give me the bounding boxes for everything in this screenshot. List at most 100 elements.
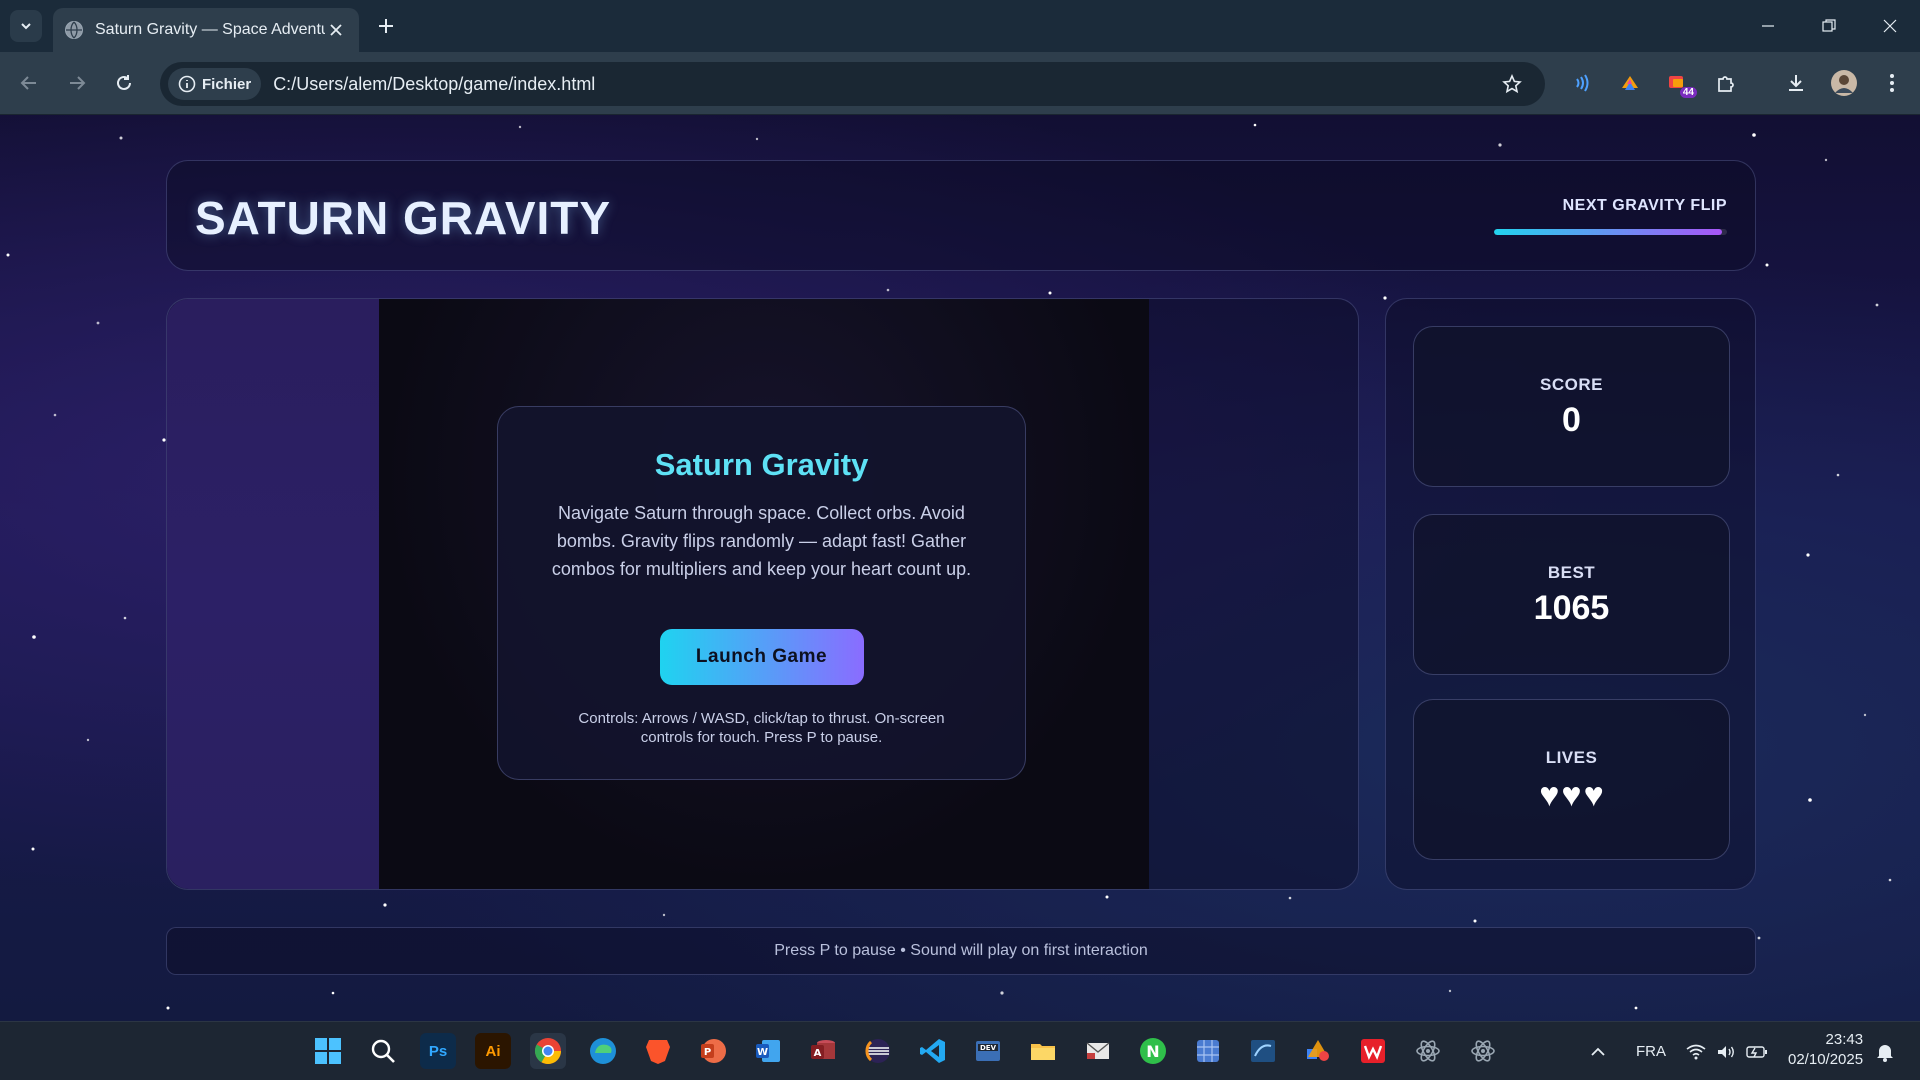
notifications-button[interactable]: [1876, 1022, 1894, 1080]
score-card: SCORE 0: [1413, 326, 1730, 487]
lives-label: LIVES: [1545, 748, 1598, 767]
chrome-app[interactable]: [530, 1033, 566, 1069]
close-window-button[interactable]: [1867, 8, 1913, 44]
network-icon-area[interactable]: [1686, 1022, 1706, 1080]
new-tab-button[interactable]: [372, 12, 400, 40]
photoshop-app[interactable]: Ps: [420, 1033, 456, 1069]
controls-note: Controls: Arrows / WASD, click/tap to th…: [578, 710, 945, 746]
game-title: SATURN GRAVITY: [195, 192, 612, 244]
info-icon: [178, 75, 196, 93]
start-description: Navigate Saturn through space. Collect o…: [551, 503, 972, 579]
game-backdrop-left: [167, 299, 379, 889]
svg-text:A: A: [814, 1048, 822, 1059]
diagram-app[interactable]: [1300, 1033, 1336, 1069]
extension-colorful[interactable]: [1613, 66, 1647, 100]
access-icon: A: [811, 1040, 835, 1059]
grid-pattern-icon: [1197, 1040, 1219, 1062]
minimize-button[interactable]: [1745, 8, 1791, 44]
electron-app-1[interactable]: [1410, 1033, 1446, 1069]
score-value: 0: [1562, 401, 1581, 439]
reload-icon: [117, 75, 131, 90]
close-tab-icon[interactable]: [325, 19, 347, 41]
more-vertical-icon: [1890, 74, 1894, 92]
extensions-button[interactable]: [1709, 66, 1743, 100]
chevron-up-icon: [1591, 1047, 1605, 1056]
vscode-app[interactable]: [915, 1033, 951, 1069]
mail-app[interactable]: [1080, 1033, 1116, 1069]
notion-style-app[interactable]: N: [1135, 1033, 1171, 1069]
best-value: 1065: [1533, 589, 1610, 627]
illustrator-app[interactable]: Ai: [475, 1033, 511, 1069]
url-text[interactable]: C:/Users/alem/Desktop/game/index.html: [273, 74, 1495, 95]
restore-button[interactable]: [1806, 8, 1852, 44]
battery-icon-area[interactable]: [1746, 1022, 1768, 1080]
sound-waves-icon: [1576, 74, 1589, 92]
gravity-flip-progress-fill: [1494, 229, 1723, 235]
lives-hearts: ♥ ♥ ♥: [1414, 778, 1729, 812]
word-app[interactable]: W: [750, 1033, 786, 1069]
dev-icon: DEV: [976, 1041, 1000, 1061]
database-app[interactable]: [1245, 1033, 1281, 1069]
chevron-down-icon: [21, 23, 31, 30]
profile-button[interactable]: [1827, 66, 1861, 100]
tab-search-button[interactable]: [10, 10, 42, 42]
page-viewport: SATURN GRAVITY NEXT GRAVITY FLIP Saturn …: [0, 115, 1920, 1021]
avatar-icon: [1831, 70, 1857, 96]
brave-app[interactable]: [640, 1033, 676, 1069]
score-label: SCORE: [1540, 375, 1603, 394]
clock-date: 02/10/2025: [1788, 1051, 1864, 1068]
mail-icon: [1086, 1042, 1110, 1059]
extension-read-aloud[interactable]: [1565, 66, 1599, 100]
footer-panel: Press P to pause • Sound will play on fi…: [166, 927, 1756, 975]
extension-logo-icon: [1622, 76, 1638, 90]
file-explorer-app[interactable]: [1025, 1033, 1061, 1069]
electron-app-2[interactable]: [1465, 1033, 1501, 1069]
browser-tab-bar: Saturn Gravity — Space Adventure: [0, 0, 1920, 52]
eclipse-app[interactable]: [860, 1033, 896, 1069]
globe-icon: [65, 21, 83, 39]
edge-icon: [590, 1038, 616, 1064]
battery-icon: [1746, 1045, 1767, 1058]
pattern-app[interactable]: [1190, 1033, 1226, 1069]
restore-icon: [1822, 19, 1836, 32]
reload-button[interactable]: [107, 66, 141, 100]
downloads-button[interactable]: [1779, 66, 1813, 100]
eclipse-icon: [865, 1039, 890, 1063]
wps-app[interactable]: [1355, 1033, 1391, 1069]
svg-text:DEV: DEV: [980, 1044, 997, 1052]
footer-hint: Press P to pause • Sound will play on fi…: [774, 942, 1148, 959]
devtools-app[interactable]: DEV: [970, 1033, 1006, 1069]
start-button[interactable]: [310, 1033, 346, 1069]
edge-app[interactable]: [585, 1033, 621, 1069]
powerpoint-app[interactable]: P: [695, 1033, 731, 1069]
svg-text:P: P: [704, 1047, 711, 1058]
volume-icon-area[interactable]: [1716, 1022, 1736, 1080]
menu-button[interactable]: [1875, 66, 1909, 100]
windows-icon: [315, 1038, 341, 1064]
wps-icon: [1361, 1039, 1385, 1063]
launch-game-button[interactable]: Launch Game: [659, 629, 864, 685]
close-icon: [1883, 19, 1897, 33]
system-clock[interactable]: 23:43 02/10/2025: [1788, 1030, 1863, 1070]
start-overlay-card: Saturn Gravity Navigate Saturn through s…: [497, 406, 1026, 780]
svg-text:W: W: [757, 1047, 768, 1058]
atom-icon: [1416, 1040, 1440, 1062]
search-icon: [371, 1039, 395, 1063]
bookmark-button[interactable]: [1495, 67, 1529, 101]
lives-card: LIVES ♥ ♥ ♥: [1413, 699, 1730, 860]
heart-icon: ♥: [1561, 776, 1582, 814]
word-icon: W: [756, 1040, 780, 1062]
access-app[interactable]: A: [805, 1033, 841, 1069]
search-button[interactable]: [365, 1033, 401, 1069]
minimize-icon: [1762, 25, 1774, 27]
back-button[interactable]: [12, 66, 46, 100]
address-bar[interactable]: Fichier C:/Users/alem/Desktop/game/index…: [160, 62, 1545, 106]
forward-button[interactable]: [60, 66, 94, 100]
language-indicator[interactable]: FRA: [1636, 1022, 1666, 1080]
active-tab[interactable]: Saturn Gravity — Space Adventure: [53, 8, 359, 52]
site-info-chip[interactable]: Fichier: [168, 68, 262, 100]
show-hidden-icons[interactable]: [1590, 1022, 1606, 1080]
gravity-flip-progress-bar: [1494, 229, 1727, 235]
extension-with-badge[interactable]: 44: [1661, 66, 1697, 100]
plus-icon: [379, 19, 393, 33]
